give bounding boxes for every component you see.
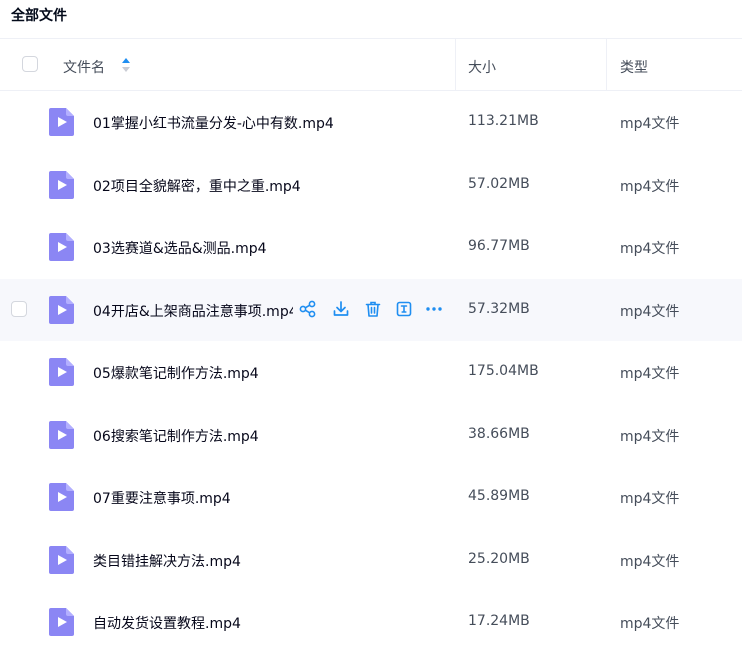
file-name[interactable]: 类目错挂解决方法.mp4 xyxy=(93,551,241,571)
file-type: mp4文件 xyxy=(620,178,680,195)
file-type: mp4文件 xyxy=(620,553,680,570)
file-size: 96.77MB xyxy=(468,238,530,254)
file-row[interactable]: 06搜索笔记制作方法.mp4 38.66MB mp4文件 xyxy=(0,404,742,466)
file-row[interactable]: 02项目全貌解密，重中之重.mp4 57.02MB mp4文件 xyxy=(0,154,742,216)
column-header-name[interactable]: 文件名 xyxy=(63,57,105,77)
file-name[interactable]: 自动发货设置教程.mp4 xyxy=(93,613,241,633)
video-file-icon xyxy=(49,545,74,574)
file-row[interactable]: 07重要注意事项.mp4 45.89MB mp4文件 xyxy=(0,466,742,528)
more-icon[interactable] xyxy=(424,299,444,319)
row-checkbox[interactable] xyxy=(11,300,27,317)
file-size: 17.24MB xyxy=(468,613,530,629)
file-row[interactable]: 01掌握小红书流量分发-心中有数.mp4 113.21MB mp4文件 xyxy=(0,91,742,153)
video-file-icon xyxy=(49,295,74,324)
video-file-icon xyxy=(49,170,74,199)
video-file-icon xyxy=(49,483,74,511)
column-divider[interactable] xyxy=(455,39,456,91)
file-type: mp4文件 xyxy=(620,366,680,382)
file-name[interactable]: 07重要注意事项.mp4 xyxy=(93,488,231,508)
file-row[interactable]: 05爆款笔记制作方法.mp4 175.04MB mp4文件 xyxy=(0,341,742,403)
file-name[interactable]: 01掌握小红书流量分发-心中有数.mp4 xyxy=(93,113,334,133)
file-type: mp4文件 xyxy=(620,116,680,132)
file-type: mp4文件 xyxy=(620,303,680,320)
video-file-icon xyxy=(49,420,74,449)
file-type: mp4文件 xyxy=(620,241,680,257)
delete-icon[interactable] xyxy=(363,299,383,319)
download-icon[interactable] xyxy=(331,299,351,319)
sort-icon[interactable] xyxy=(121,56,131,74)
file-size: 175.04MB xyxy=(468,363,539,379)
file-size: 38.66MB xyxy=(468,425,530,442)
video-file-icon xyxy=(49,358,74,386)
video-file-icon xyxy=(49,608,74,636)
file-name[interactable]: 05爆款笔记制作方法.mp4 xyxy=(93,363,259,383)
rename-icon[interactable] xyxy=(394,299,414,319)
file-size: 57.02MB xyxy=(468,175,530,192)
file-row[interactable]: 04开店&上架商品注意事项.mp4 57.32MB mp4文件 xyxy=(0,278,742,341)
page-title: 全部文件 xyxy=(11,8,67,24)
file-name[interactable]: 03选赛道&选品&测品.mp4 xyxy=(93,238,267,258)
file-type: mp4文件 xyxy=(620,616,680,632)
video-file-icon xyxy=(49,233,74,261)
column-divider[interactable] xyxy=(606,39,607,91)
file-type: mp4文件 xyxy=(620,491,680,507)
file-row[interactable]: 类目错挂解决方法.mp4 25.20MB mp4文件 xyxy=(0,529,742,591)
file-size: 57.32MB xyxy=(468,300,530,317)
file-row[interactable]: 自动发货设置教程.mp4 17.24MB mp4文件 xyxy=(0,591,742,653)
title-bar: 全部文件 xyxy=(0,0,742,38)
table-header: 文件名 大小 类型 xyxy=(0,38,742,91)
file-size: 45.89MB xyxy=(468,488,530,504)
column-header-type[interactable]: 类型 xyxy=(620,57,648,77)
column-header-size[interactable]: 大小 xyxy=(468,57,496,77)
share-icon[interactable] xyxy=(298,299,318,319)
file-size: 113.21MB xyxy=(468,113,539,129)
file-size: 25.20MB xyxy=(468,550,530,567)
file-row[interactable]: 03选赛道&选品&测品.mp4 96.77MB mp4文件 xyxy=(0,216,742,278)
video-file-icon xyxy=(49,108,74,136)
file-name[interactable]: 06搜索笔记制作方法.mp4 xyxy=(93,426,259,446)
file-type: mp4文件 xyxy=(620,428,680,445)
file-name[interactable]: 04开店&上架商品注意事项.mp4 xyxy=(93,301,293,321)
file-name[interactable]: 02项目全貌解密，重中之重.mp4 xyxy=(93,176,301,196)
select-all-checkbox[interactable] xyxy=(22,56,38,72)
